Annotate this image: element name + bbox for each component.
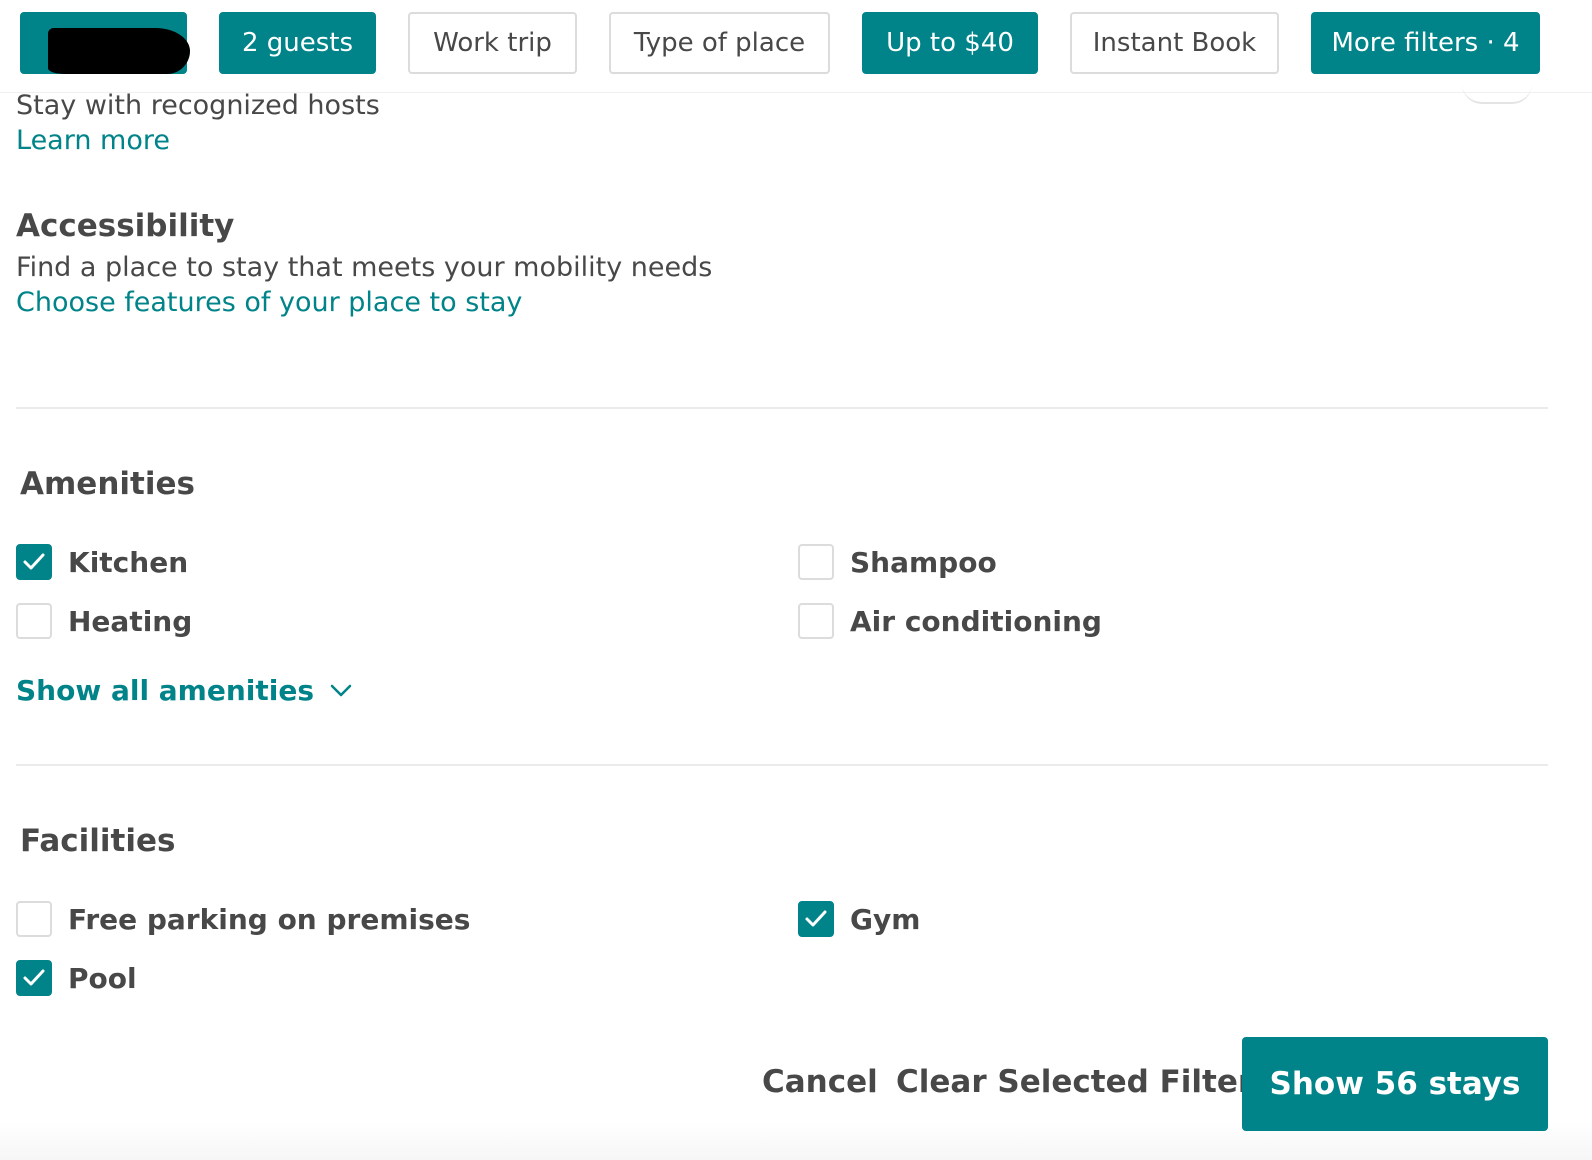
free-parking-checkbox[interactable] [16,901,52,937]
amenity-air-conditioning[interactable]: Air conditioning [798,603,1102,639]
price-filter-button[interactable]: Up to $40 [862,12,1038,74]
learn-more-link[interactable]: Learn more [16,125,170,156]
type-of-place-filter-button[interactable]: Type of place [609,12,830,74]
gym-checkbox[interactable] [798,901,834,937]
more-filters-button[interactable]: More filters · 4 [1311,12,1540,74]
work-trip-filter-button[interactable]: Work trip [408,12,577,74]
show-stays-button[interactable]: Show 56 stays [1242,1037,1548,1131]
gym-label: Gym [850,902,921,936]
show-all-amenities-label: Show all amenities [16,674,315,707]
divider [16,764,1548,766]
amenity-shampoo[interactable]: Shampoo [798,544,997,580]
heating-checkbox[interactable] [16,603,52,639]
accessibility-heading: Accessibility [16,208,235,244]
checkmark-icon [23,969,45,986]
clear-filters-button[interactable]: Clear Selected Filters [896,1064,1272,1100]
pool-label: Pool [68,961,137,995]
choose-features-link[interactable]: Choose features of your place to stay [16,287,522,318]
checkmark-icon [23,553,45,570]
shampoo-checkbox[interactable] [798,544,834,580]
location-filter-button[interactable] [20,12,190,74]
facilities-heading: Facilities [20,823,176,859]
air-conditioning-checkbox[interactable] [798,603,834,639]
amenity-kitchen[interactable]: Kitchen [16,544,188,580]
accessibility-subtitle: Find a place to stay that meets your mob… [16,252,713,283]
redaction-mark [48,28,190,74]
facility-free-parking[interactable]: Free parking on premises [16,901,470,937]
heating-label: Heating [68,604,193,638]
shampoo-label: Shampoo [850,545,997,579]
amenities-heading: Amenities [20,466,195,502]
divider [16,407,1548,409]
checkmark-icon [805,910,827,927]
kitchen-checkbox[interactable] [16,544,52,580]
toggle-switch[interactable] [1462,84,1532,104]
air-conditioning-label: Air conditioning [850,604,1102,638]
chevron-down-icon [330,684,352,696]
pool-checkbox[interactable] [16,960,52,996]
filter-bar: 2 guests Work trip Type of place Up to $… [0,0,1592,93]
instant-book-filter-button[interactable]: Instant Book [1070,12,1279,74]
facility-pool[interactable]: Pool [16,960,137,996]
cancel-button[interactable]: Cancel [762,1064,878,1100]
recognized-hosts-subtitle: Stay with recognized hosts [16,90,380,121]
facility-gym[interactable]: Gym [798,901,920,937]
kitchen-label: Kitchen [68,545,189,579]
free-parking-label: Free parking on premises [68,902,471,936]
guests-filter-button[interactable]: 2 guests [219,12,376,74]
amenity-heating[interactable]: Heating [16,603,192,639]
show-all-amenities-link[interactable]: Show all amenities [16,674,352,707]
